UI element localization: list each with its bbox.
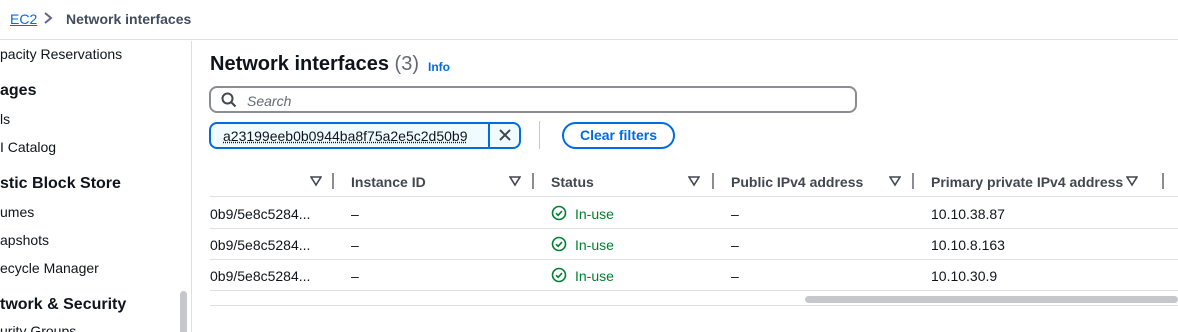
divider bbox=[539, 121, 540, 149]
column-divider[interactable] bbox=[712, 173, 714, 189]
page-title-text: Network interfaces bbox=[210, 53, 389, 75]
cell-public-ipv4: – bbox=[731, 206, 739, 222]
cell-status: In-use bbox=[575, 268, 614, 284]
table-row[interactable]: 0b9/5e8c5284... – In-use – 10.10.38.87 bbox=[210, 198, 1178, 229]
column-divider[interactable] bbox=[912, 173, 914, 189]
column-header-instance-id[interactable]: Instance ID bbox=[351, 174, 426, 190]
cell-instance-id: – bbox=[351, 268, 359, 284]
sidebar-item-snapshots[interactable]: apshots bbox=[0, 232, 49, 248]
cell-description[interactable]: 0b9/5e8c5284... bbox=[210, 237, 310, 253]
sort-caret-icon[interactable] bbox=[688, 175, 700, 187]
breadcrumb-current: Network interfaces bbox=[66, 11, 192, 27]
cell-private-ipv4: 10.10.8.163 bbox=[931, 237, 1005, 253]
cell-public-ipv4: – bbox=[731, 237, 739, 253]
cell-status: In-use bbox=[575, 237, 614, 253]
filter-token[interactable]: a23199eeb0b0944ba8f75a2e5c2d50b9 bbox=[209, 122, 521, 149]
table-header: Instance ID Status Public IPv4 address P… bbox=[210, 165, 1178, 197]
sidebar-section-network-security[interactable]: twork & Security bbox=[0, 296, 126, 314]
search-icon bbox=[221, 92, 237, 108]
item-count: (3) bbox=[394, 53, 419, 75]
column-header-primary-private-ipv4[interactable]: Primary private IPv4 address bbox=[931, 174, 1123, 190]
close-icon bbox=[499, 129, 511, 141]
cell-description[interactable]: 0b9/5e8c5284... bbox=[210, 268, 310, 284]
main-content: Network interfaces (3) Info Search a2319… bbox=[193, 41, 1178, 332]
sidebar-nav: pacity Reservations ages ls I Catalog st… bbox=[0, 41, 192, 332]
table-row[interactable]: 0b9/5e8c5284... – In-use – 10.10.8.163 bbox=[210, 229, 1178, 260]
status-check-icon bbox=[551, 267, 567, 283]
sidebar-item-security-groups[interactable]: urity Groups bbox=[0, 323, 76, 332]
cell-description[interactable]: 0b9/5e8c5284... bbox=[210, 206, 310, 222]
sidebar-item-capacity-reservations[interactable]: pacity Reservations bbox=[0, 46, 122, 62]
cell-private-ipv4: 10.10.38.87 bbox=[931, 206, 1005, 222]
sidebar-section-images[interactable]: ages bbox=[0, 82, 36, 100]
status-check-icon bbox=[551, 205, 567, 221]
column-divider[interactable] bbox=[1162, 173, 1164, 189]
info-link[interactable]: Info bbox=[428, 60, 450, 74]
cell-private-ipv4: 10.10.30.9 bbox=[931, 268, 998, 284]
remove-filter-button[interactable] bbox=[488, 124, 519, 147]
column-header-public-ipv4[interactable]: Public IPv4 address bbox=[731, 174, 863, 190]
breadcrumb: EC2 Network interfaces bbox=[0, 0, 1178, 40]
status-check-icon bbox=[551, 236, 567, 252]
sidebar-item-amis[interactable]: ls bbox=[0, 111, 10, 127]
sidebar-section-elastic-block-store[interactable]: stic Block Store bbox=[0, 175, 121, 193]
sidebar-item-volumes[interactable]: umes bbox=[0, 204, 34, 220]
sort-caret-icon[interactable] bbox=[1126, 175, 1138, 187]
sort-caret-icon[interactable] bbox=[889, 175, 901, 187]
sort-caret-icon[interactable] bbox=[310, 175, 322, 187]
table-bottom-border bbox=[210, 305, 1178, 306]
sidebar-item-ami-catalog[interactable]: I Catalog bbox=[0, 139, 56, 155]
clear-filters-button[interactable]: Clear filters bbox=[562, 122, 675, 149]
chevron-right-icon bbox=[44, 12, 53, 24]
cell-public-ipv4: – bbox=[731, 268, 739, 284]
cell-status: In-use bbox=[575, 206, 614, 222]
table-row[interactable]: 0b9/5e8c5284... – In-use – 10.10.30.9 bbox=[210, 260, 1178, 291]
column-divider[interactable] bbox=[532, 173, 534, 189]
page-title: Network interfaces (3) bbox=[210, 53, 419, 76]
filter-token-label[interactable]: a23199eeb0b0944ba8f75a2e5c2d50b9 bbox=[223, 128, 467, 144]
sidebar-item-lifecycle-manager[interactable]: ecycle Manager bbox=[0, 260, 99, 276]
column-header-status[interactable]: Status bbox=[551, 174, 594, 190]
breadcrumb-ec2-link[interactable]: EC2 bbox=[10, 11, 37, 27]
sidebar-scrollbar[interactable] bbox=[180, 291, 187, 332]
cell-instance-id: – bbox=[351, 237, 359, 253]
sort-caret-icon[interactable] bbox=[509, 175, 521, 187]
cell-instance-id: – bbox=[351, 206, 359, 222]
search-input[interactable]: Search bbox=[209, 86, 857, 113]
table-horizontal-scrollbar[interactable] bbox=[805, 296, 1178, 303]
search-placeholder: Search bbox=[247, 93, 292, 109]
column-divider[interactable] bbox=[332, 173, 334, 189]
